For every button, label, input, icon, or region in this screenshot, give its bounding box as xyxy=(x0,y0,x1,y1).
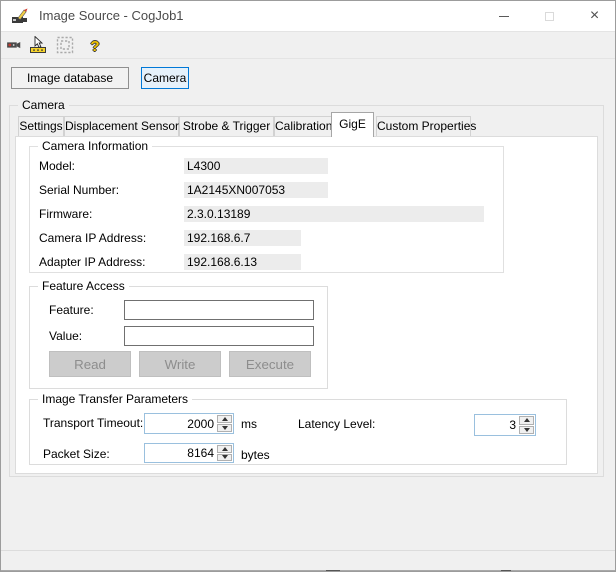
tab-calibration[interactable]: Calibration xyxy=(274,116,332,137)
window-title: Image Source - CogJob1 xyxy=(39,8,184,23)
packet-size-spin-buttons xyxy=(217,445,232,461)
feature-label: Feature: xyxy=(49,303,94,317)
camera-groupbox-label: Camera xyxy=(18,98,69,112)
setup-measure-tool-button[interactable] xyxy=(29,34,49,57)
camera-icon xyxy=(7,38,23,55)
image-database-button[interactable]: Image database xyxy=(11,67,129,89)
latency-level-input[interactable] xyxy=(475,415,518,435)
dashed-region-icon xyxy=(56,36,74,57)
read-button[interactable]: Read xyxy=(49,351,131,377)
execute-button[interactable]: Execute xyxy=(229,351,311,377)
down-arrow-icon xyxy=(221,426,228,430)
tab-custom-properties[interactable]: Custom Properties xyxy=(376,116,476,137)
image-transfer-label: Image Transfer Parameters xyxy=(38,392,193,406)
maximize-icon xyxy=(545,11,554,21)
feature-input[interactable] xyxy=(124,300,314,320)
value-input[interactable] xyxy=(124,326,314,346)
cursor-ruler-icon xyxy=(30,34,48,57)
transport-timeout-spinner[interactable] xyxy=(144,413,234,434)
title-bar: Image Source - CogJob1 × xyxy=(1,1,615,31)
camera-tool-button[interactable] xyxy=(5,36,25,56)
spin-up-button[interactable] xyxy=(217,415,232,423)
image-region-tool-button-disabled[interactable] xyxy=(55,36,75,56)
packet-size-spinner[interactable] xyxy=(144,443,234,463)
serial-number-label: Serial Number: xyxy=(39,183,120,197)
packet-size-label: Packet Size: xyxy=(43,447,110,461)
camera-source-button[interactable]: Camera xyxy=(141,67,189,89)
spin-up-button[interactable] xyxy=(217,445,232,453)
firmware-label: Firmware: xyxy=(39,207,93,221)
up-arrow-icon xyxy=(221,417,228,421)
help-tool-button[interactable]: ? xyxy=(85,36,105,56)
close-button[interactable]: × xyxy=(572,1,615,31)
camera-information-label: Camera Information xyxy=(38,139,153,153)
spin-down-button[interactable] xyxy=(519,425,534,434)
firmware-value: 2.3.0.13189 xyxy=(184,206,484,222)
model-label: Model: xyxy=(39,159,76,173)
packet-size-unit: bytes xyxy=(241,448,270,462)
spin-down-button[interactable] xyxy=(217,424,232,432)
transport-timeout-label: Transport Timeout: xyxy=(43,416,144,430)
camera-ip-label: Camera IP Address: xyxy=(39,231,147,245)
help-icon: ? xyxy=(90,37,100,55)
write-button[interactable]: Write xyxy=(139,351,221,377)
transport-timeout-spin-buttons xyxy=(217,415,232,432)
tab-gige-selected[interactable]: GigE xyxy=(331,112,374,137)
minimize-icon xyxy=(499,15,509,17)
down-arrow-icon xyxy=(221,455,228,460)
feature-access-label: Feature Access xyxy=(38,279,129,293)
close-icon: × xyxy=(589,7,600,24)
adapter-ip-label: Adapter IP Address: xyxy=(39,255,146,269)
camera-ip-value: 192.168.6.7 xyxy=(184,230,301,246)
spin-down-button[interactable] xyxy=(217,453,232,461)
spin-up-button[interactable] xyxy=(519,416,534,425)
up-arrow-icon xyxy=(221,446,228,451)
latency-level-label: Latency Level: xyxy=(298,417,376,431)
tab-strobe-trigger[interactable]: Strobe & Trigger xyxy=(179,116,274,137)
toolbar: ? xyxy=(1,31,615,59)
adapter-ip-value: 192.168.6.13 xyxy=(184,254,301,270)
maximize-button[interactable] xyxy=(527,1,572,31)
down-arrow-icon xyxy=(523,427,530,432)
footer-separator xyxy=(1,550,615,551)
minimize-button[interactable] xyxy=(481,1,527,31)
latency-level-spin-buttons xyxy=(519,416,534,434)
app-camera-pencil-icon xyxy=(11,7,31,25)
model-value: L4300 xyxy=(184,158,328,174)
latency-level-spinner[interactable] xyxy=(474,414,536,436)
value-label: Value: xyxy=(49,329,83,343)
tab-settings[interactable]: Settings xyxy=(18,116,64,137)
serial-number-value: 1A2145XN007053 xyxy=(184,182,328,198)
transport-timeout-unit: ms xyxy=(241,417,257,431)
up-arrow-icon xyxy=(523,418,530,423)
tab-displacement-sensor[interactable]: Displacement Sensor xyxy=(64,116,179,137)
packet-size-input[interactable] xyxy=(145,444,216,462)
image-source-dialog: Image Source - CogJob1 × ? Image databas… xyxy=(0,0,616,572)
transport-timeout-input[interactable] xyxy=(145,414,216,433)
